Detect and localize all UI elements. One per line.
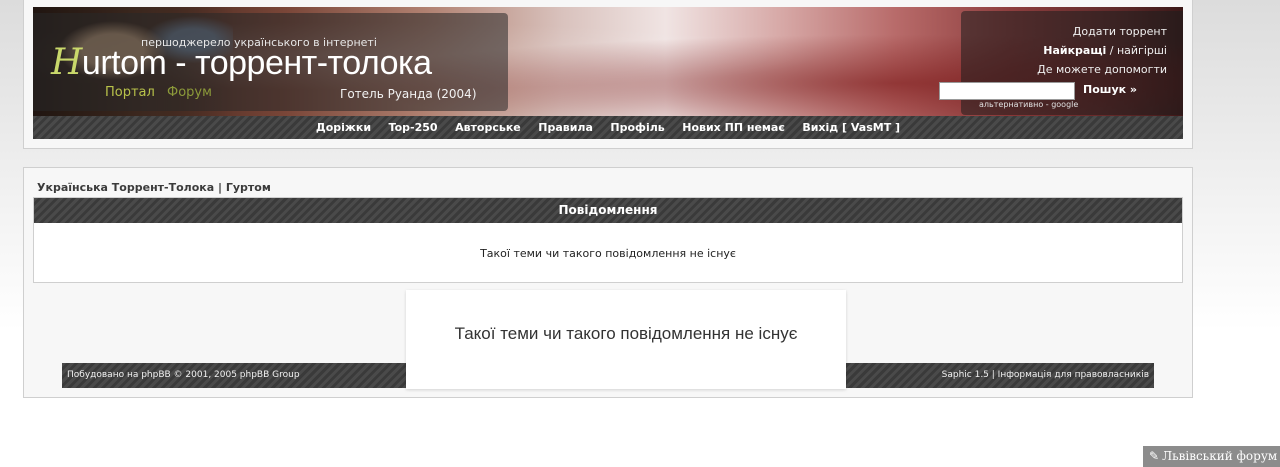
breadcrumb[interactable]: Українська Торрент-Толока | Гуртом <box>37 181 271 194</box>
nav-item-private-messages[interactable]: Нових ПП немає <box>682 121 785 134</box>
nav-item-profile[interactable]: Профіль <box>610 121 664 134</box>
google-search-link[interactable]: альтернативно - google <box>979 100 1078 109</box>
lviv-forum-badge[interactable]: ✎ Львівський форум <box>1143 446 1280 467</box>
scroll-icon: ✎ <box>1149 449 1160 463</box>
best-worst-links: Найкращі / найгірші <box>1043 44 1167 57</box>
logo-initial: H <box>51 42 82 83</box>
site-logo[interactable]: Hurtom - торрент-толока <box>51 43 432 83</box>
best-link[interactable]: Найкращі <box>1043 44 1106 57</box>
logo-text: urtom - торрент-толока <box>81 44 432 82</box>
popup-message: Такої теми чи такого повідомлення не існ… <box>454 324 798 343</box>
worst-link[interactable]: / найгірші <box>1106 44 1167 57</box>
featured-movie-link[interactable]: Готель Руанда (2004) <box>340 87 477 101</box>
message-text: Такої теми чи такого повідомлення не існ… <box>480 247 736 260</box>
message-header: Повідомлення <box>34 198 1182 223</box>
nav-item-authors[interactable]: Авторське <box>455 121 521 134</box>
main-nav: Доріжки Top-250 Авторське Правила Профіл… <box>33 116 1183 139</box>
help-link[interactable]: Де можете допомогти <box>1037 63 1167 76</box>
forum-link[interactable]: Форум <box>167 85 212 100</box>
lviv-forum-label: Львівський форум <box>1162 449 1278 463</box>
footer-info: Saphic 1.5 | Інформація для правовласник… <box>942 363 1149 388</box>
footer-copyright: Побудовано на phpBB © 2001, 2005 phpBB G… <box>67 370 300 380</box>
copyright-holders-link[interactable]: Інформація для правовласників <box>998 370 1149 380</box>
error-popup: Такої теми чи такого повідомлення не існ… <box>406 290 846 389</box>
search-button[interactable]: Пошук » <box>1083 83 1137 96</box>
search-input[interactable] <box>939 82 1075 100</box>
footer-version: Saphic 1.5 | <box>941 370 998 380</box>
nav-item-rules[interactable]: Правила <box>538 121 593 134</box>
nav-item-tracks[interactable]: Доріжки <box>316 121 371 134</box>
add-torrent-link[interactable]: Додати торрент <box>1073 25 1167 38</box>
nav-item-logout[interactable]: Вихід [ VasMT ] <box>802 121 900 134</box>
portal-link[interactable]: Портал <box>105 85 155 100</box>
nav-item-top250[interactable]: Top-250 <box>389 121 438 134</box>
message-box: Повідомлення Такої теми чи такого повідо… <box>33 197 1183 283</box>
